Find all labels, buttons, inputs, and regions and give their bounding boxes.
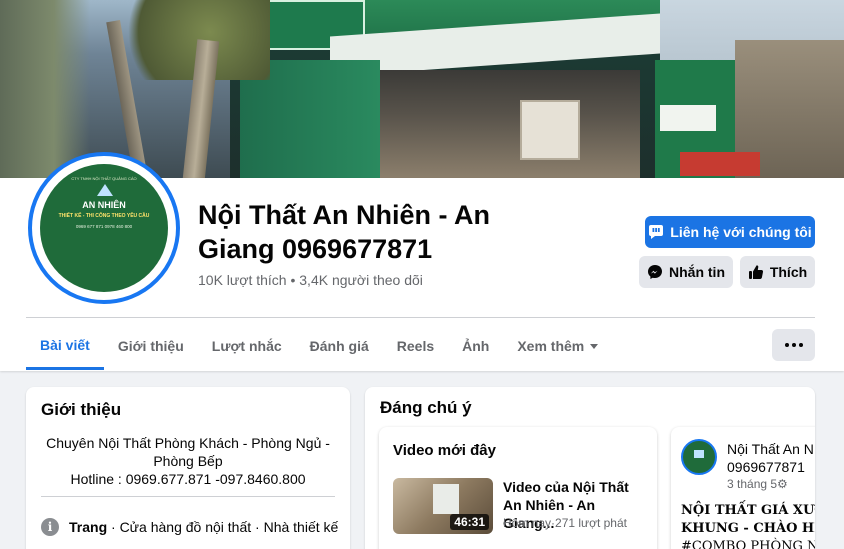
page-stats[interactable]: 10K lượt thích • 3,4K người theo dõi	[198, 272, 423, 288]
post-timestamp[interactable]: 3 tháng 5⚙	[727, 477, 788, 491]
avatar-company-line: CTY TNHH NỘI THẤT QUẢNG CÁO	[71, 176, 137, 181]
logo-mountain-icon	[694, 450, 704, 458]
like-button-label: Thích	[769, 264, 808, 280]
tab-mentions[interactable]: Lượt nhắc	[198, 322, 296, 370]
chevron-down-icon	[590, 343, 599, 349]
cover-red-sign	[680, 152, 760, 176]
post-author-name[interactable]: Nội Thất An N 0969677871	[727, 440, 815, 476]
chat-bubble-icon	[649, 225, 664, 239]
tab-reels[interactable]: Reels	[383, 322, 448, 370]
video-thumbnail[interactable]: 46:31	[393, 478, 493, 534]
like-button[interactable]: Thích	[740, 256, 815, 288]
header-divider	[26, 317, 815, 318]
more-options-button[interactable]	[772, 329, 815, 361]
messenger-icon	[648, 265, 662, 279]
post-text: NỘI THẤT GIÁ XƯƠN KHUNG - CHÀO HÈ S #COM…	[681, 503, 815, 549]
featured-post-card[interactable]: Nội Thất An N 0969677871 3 tháng 5⚙ NỘI …	[671, 427, 815, 549]
page-tabs: Bài viết Giới thiệu Lượt nhắc Đánh giá R…	[26, 322, 612, 372]
intro-divider	[41, 496, 335, 497]
intro-title: Giới thiệu	[41, 400, 122, 419]
avatar-phones: 0969 677 871 0978 460 800	[75, 224, 133, 229]
intro-bio: Chuyên Nội Thất Phòng Khách - Phòng Ngủ …	[41, 434, 335, 488]
message-button-label: Nhắn tin	[669, 264, 725, 280]
ellipsis-icon	[784, 343, 789, 347]
tab-about[interactable]: Giới thiệu	[104, 322, 198, 370]
contact-button-label: Liên hệ với chúng tôi	[670, 224, 812, 240]
info-icon: i	[41, 518, 59, 536]
thumbnail-window	[433, 484, 459, 514]
cover-photo[interactable]	[0, 0, 844, 178]
contact-button[interactable]: Liên hệ với chúng tôi	[645, 216, 815, 248]
featured-card: Đáng chú ý Video mới đây 46:31 Video của…	[365, 387, 815, 549]
profile-avatar[interactable]: CTY TNHH NỘI THẤT QUẢNG CÁO AN NHIÊN THI…	[28, 152, 180, 304]
gear-icon: ⚙	[777, 477, 788, 491]
tab-photos[interactable]: Ảnh	[448, 322, 503, 370]
recent-videos-card[interactable]: Video mới đây 46:31 Video của Nội Thất A…	[379, 427, 657, 549]
cover-shop-interior	[380, 70, 640, 178]
post-author-avatar[interactable]	[681, 439, 717, 475]
cover-tree-left	[0, 0, 90, 178]
logo-mountain-icon	[97, 184, 113, 196]
avatar-brand: AN NHIÊN	[82, 200, 126, 210]
avatar-logo: CTY TNHH NỘI THẤT QUẢNG CÁO AN NHIÊN THI…	[40, 164, 168, 292]
intro-category: i Trang · Cửa hàng đồ nội thất · Nhà thi…	[41, 518, 338, 536]
intro-bio-text: Chuyên Nội Thất Phòng Khách - Phòng Ngủ …	[46, 435, 330, 469]
page-title: Nội Thất An Nhiên - An Giang 0969677871	[198, 200, 490, 264]
recent-videos-label: Video mới đây	[393, 442, 496, 459]
intro-card: Giới thiệu Chuyên Nội Thất Phòng Khách -…	[26, 387, 350, 549]
cover-cabinet	[520, 100, 580, 160]
message-button[interactable]: Nhắn tin	[639, 256, 733, 288]
intro-hotline: Hotline : 0969.677.871 -097.8460.800	[70, 471, 306, 487]
featured-title: Đáng chú ý	[380, 398, 472, 417]
cover-neighbor-sign	[660, 105, 716, 131]
video-duration: 46:31	[450, 514, 489, 530]
intro-category-label: Trang	[69, 519, 108, 535]
tab-posts[interactable]: Bài viết	[26, 322, 104, 370]
thumbs-up-icon	[748, 265, 763, 279]
intro-category-value[interactable]: · Cửa hàng đồ nội thất · Nhà thiết kế	[107, 519, 338, 535]
video-meta: Hôm nay·271 lượt phát	[503, 516, 627, 530]
tab-more[interactable]: Xem thêm	[503, 322, 612, 370]
tab-reviews[interactable]: Đánh giá	[296, 322, 383, 370]
avatar-tagline: THIẾT KẾ - THI CÔNG THEO YÊU CẦU	[58, 213, 150, 219]
